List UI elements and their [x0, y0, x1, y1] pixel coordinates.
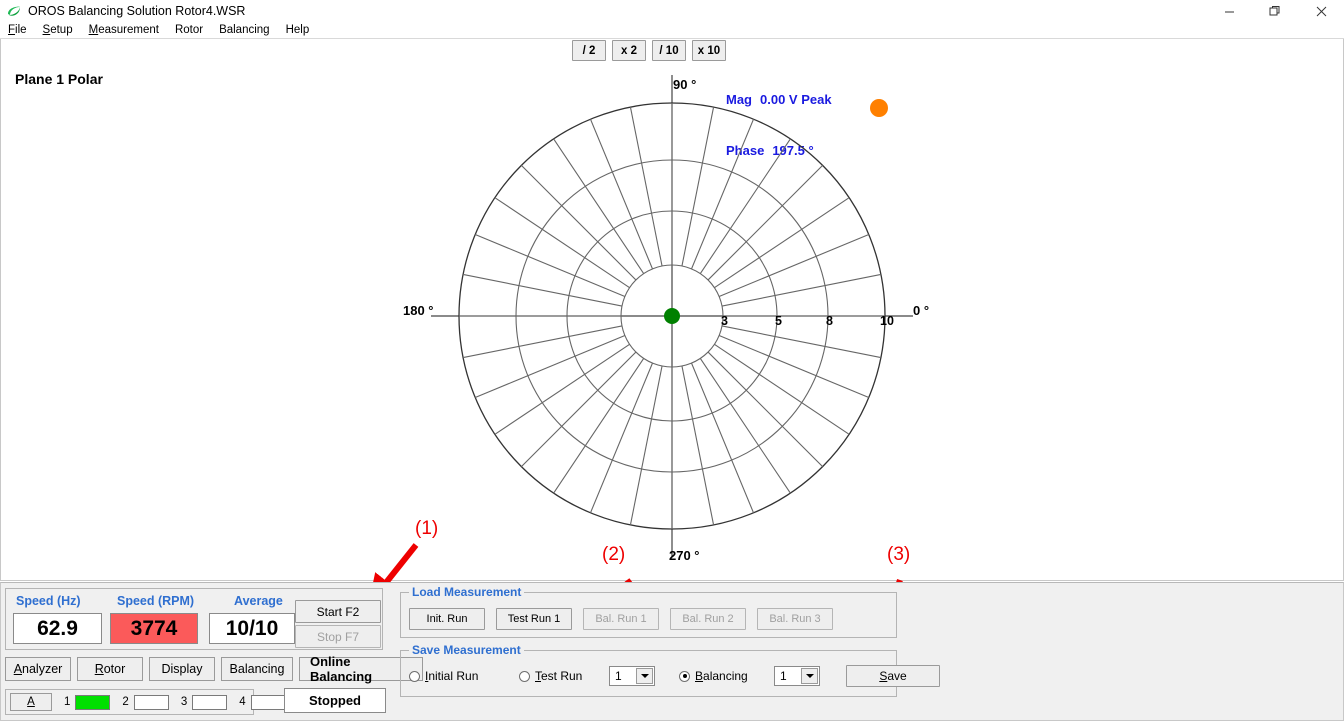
angle-label-0: 0 ° — [913, 303, 930, 318]
polar-plot-area: Plane 1 Polar / 2 x 2 / 10 x 10 Mag 0.00… — [0, 39, 1344, 581]
channel-label-3: 3 — [180, 696, 188, 708]
channel-led-1[interactable] — [75, 694, 111, 710]
radio-circle-icon — [409, 670, 420, 682]
annotation-label-1: (1) — [415, 518, 439, 539]
oros-logo-icon — [6, 3, 22, 19]
load-measurement-title: Load Measurement — [409, 585, 525, 599]
save-measurement-group: Save Measurement Initial Run Test Run 1 … — [400, 643, 940, 697]
average-value: 10/10 — [209, 613, 295, 644]
radial-label-10: 10 — [880, 314, 894, 328]
window-title: OROS Balancing Solution Rotor4.WSR — [28, 4, 246, 18]
main-tab-bar: Analyzer Rotor Display Balancing Online … — [5, 654, 423, 684]
angle-label-90: 90 ° — [673, 77, 697, 92]
status-badge: Stopped — [284, 688, 386, 713]
menu-measurement[interactable]: Measurement — [81, 24, 167, 36]
radial-label-5: 5 — [775, 314, 782, 328]
initial-run-radio[interactable]: Initial Run — [409, 669, 519, 683]
bal-run-1-button[interactable]: Bal. Run 1 — [583, 608, 659, 630]
restore-button[interactable] — [1252, 0, 1298, 22]
channel-label-1: 1 — [64, 696, 71, 708]
channel-led-3[interactable] — [192, 694, 228, 710]
bal-run-2-button[interactable]: Bal. Run 2 — [670, 608, 746, 630]
chevron-down-icon[interactable] — [636, 668, 653, 684]
speed-hz-label: Speed (Hz) — [16, 594, 81, 608]
init-run-button[interactable]: Init. Run — [409, 608, 485, 630]
test-run-1-button[interactable]: Test Run 1 — [496, 608, 572, 630]
angle-label-180: 180 ° — [403, 303, 434, 318]
balancing-radio[interactable]: Balancing — [679, 669, 774, 683]
radial-label-8: 8 — [826, 314, 833, 328]
menu-file[interactable]: File — [0, 24, 35, 36]
save-measurement-row: Initial Run Test Run 1 Balancing 1 Save — [409, 665, 940, 687]
speed-rpm-label: Speed (RPM) — [117, 594, 195, 608]
angle-label-270: 270 ° — [669, 548, 700, 563]
test-run-radio[interactable]: Test Run — [519, 669, 609, 683]
speed-hz-value: 62.9 — [13, 613, 102, 644]
minimize-button[interactable] — [1206, 0, 1252, 22]
average-label: Average — [234, 594, 283, 608]
bottom-control-panel: Speed (Hz) Speed (RPM) Average 62.9 3774… — [0, 582, 1344, 721]
test-run-combo[interactable]: 1 — [609, 666, 655, 686]
channel-led-4[interactable] — [250, 694, 286, 710]
balancing-combo[interactable]: 1 — [774, 666, 820, 686]
channel-selector-a[interactable]: A — [10, 693, 52, 711]
save-button[interactable]: Save — [846, 665, 940, 687]
channel-label-4: 4 — [239, 696, 246, 708]
bal-run-3-button[interactable]: Bal. Run 3 — [757, 608, 833, 630]
load-measurement-buttons: Init. Run Test Run 1 Bal. Run 1 Bal. Run… — [409, 608, 833, 630]
channel-group: A 1 2 3 4 — [5, 689, 286, 715]
polar-grid — [431, 75, 913, 557]
tab-analyzer[interactable]: Analyzer — [5, 657, 71, 681]
stop-f7-button[interactable]: Stop F7 — [295, 625, 381, 648]
annotation-label-2: (2) — [602, 544, 626, 565]
title-bar: OROS Balancing Solution Rotor4.WSR — [0, 0, 1344, 22]
start-f2-button[interactable]: Start F2 — [295, 600, 381, 623]
menu-balancing[interactable]: Balancing — [211, 24, 278, 36]
radio-circle-icon — [519, 670, 530, 682]
window-controls — [1206, 0, 1344, 22]
channel-led-2[interactable] — [133, 694, 169, 710]
tab-display[interactable]: Display — [149, 657, 215, 681]
channel-label-2: 2 — [122, 696, 129, 708]
vibration-vector-marker — [870, 99, 888, 117]
tab-rotor[interactable]: Rotor — [77, 657, 143, 681]
radio-circle-icon — [679, 670, 690, 682]
speed-rpm-value: 3774 — [110, 613, 198, 644]
menu-help[interactable]: Help — [278, 24, 318, 36]
chevron-down-icon[interactable] — [801, 668, 818, 684]
annotation-label-3: (3) — [887, 544, 911, 565]
menu-setup[interactable]: Setup — [35, 24, 81, 36]
tab-balancing[interactable]: Balancing — [221, 657, 293, 681]
menu-rotor[interactable]: Rotor — [167, 24, 211, 36]
menu-bar: File Setup Measurement Rotor Balancing H… — [0, 22, 1344, 39]
save-measurement-title: Save Measurement — [409, 643, 524, 657]
load-measurement-group: Load Measurement Init. Run Test Run 1 Ba… — [400, 585, 897, 638]
channel-row: A 1 2 3 4 — [10, 693, 286, 711]
close-button[interactable] — [1298, 0, 1344, 22]
radial-label-3: 3 — [721, 314, 728, 328]
